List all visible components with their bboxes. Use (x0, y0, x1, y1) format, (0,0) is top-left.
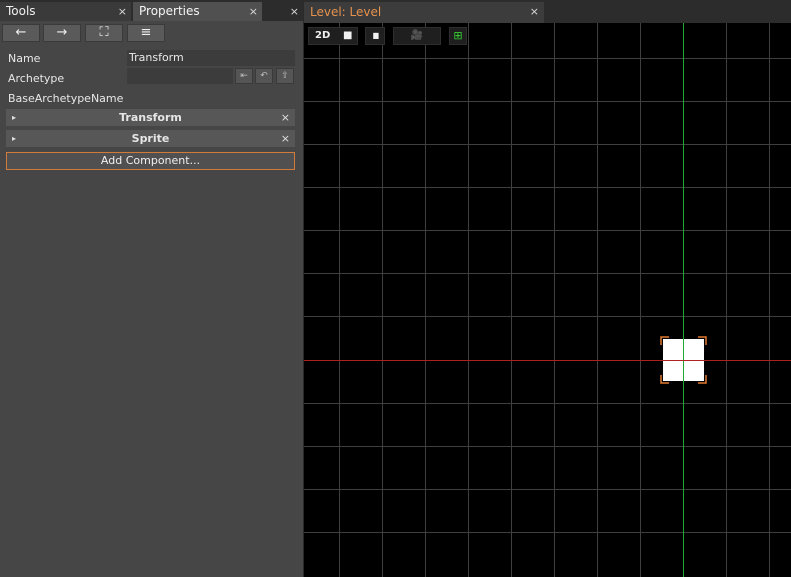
sprite-object[interactable] (660, 336, 707, 384)
tab-tools[interactable]: Tools × (0, 2, 131, 21)
expand-arrow-icon[interactable]: ▸ (12, 109, 16, 126)
tab-tools-label: Tools (6, 4, 36, 18)
archetype-upload-button[interactable]: ⇧ (276, 68, 294, 84)
select-object-button[interactable]: ⛶ (85, 24, 123, 42)
upload-icon: ⇧ (281, 71, 289, 81)
name-field[interactable]: Transform (127, 50, 295, 66)
revert-icon: ⇤ (240, 71, 248, 81)
archetype-label: Archetype (8, 72, 65, 85)
object-list-button[interactable]: ≡ (127, 24, 165, 42)
level-tab-bar: Level: Level × (304, 0, 791, 23)
level-panel: Level: Level × 2D ■ ▮▮ 🎥 ⊞ (304, 0, 791, 577)
grid-canvas[interactable] (304, 23, 791, 577)
arrow-left-icon: ← (15, 25, 27, 40)
arrow-right-icon: → (56, 25, 68, 40)
view-2d-toggle[interactable]: 2D ■ (308, 27, 358, 45)
split-view-button[interactable]: ▮▮ (365, 27, 385, 45)
select-frame-icon: ⛶ (99, 25, 109, 40)
archetype-revert-button[interactable]: ⇤ (235, 68, 253, 84)
square-icon: ■ (343, 30, 353, 41)
archetype-field[interactable] (127, 68, 233, 84)
undo-icon: ↶ (260, 71, 268, 81)
camera-button[interactable]: 🎥 (393, 27, 441, 45)
camera-icon: 🎥 (410, 30, 424, 41)
back-button[interactable]: ← (2, 24, 40, 42)
tab-level-label: Level: Level (310, 5, 382, 19)
mode-2d-label: 2D (315, 30, 331, 41)
grid-snap-toggle[interactable]: ⊞ (449, 27, 467, 45)
component-header-transform[interactable]: ▸ Transform × (6, 109, 295, 126)
tab-level[interactable]: Level: Level × (304, 2, 544, 23)
expand-arrow-icon[interactable]: ▸ (12, 130, 16, 147)
tab-empty[interactable]: × (264, 2, 303, 21)
close-icon[interactable]: × (290, 2, 299, 21)
close-icon[interactable]: × (249, 2, 258, 21)
close-icon[interactable]: × (530, 2, 539, 22)
forward-button[interactable]: → (43, 24, 81, 42)
component-label: Sprite (131, 132, 170, 145)
component-header-sprite[interactable]: ▸ Sprite × (6, 130, 295, 147)
grid-icon: ⊞ (453, 29, 463, 42)
close-icon[interactable]: × (118, 2, 127, 21)
add-component-button[interactable]: Add Component... (6, 152, 295, 170)
archetype-undo-button[interactable]: ↶ (255, 68, 273, 84)
properties-panel: Tools × Properties × × ← → ⛶ ≡ Name Tran… (0, 0, 303, 577)
grid-lines (304, 23, 791, 577)
component-label: Transform (119, 111, 182, 124)
tab-properties[interactable]: Properties × (133, 2, 262, 21)
split-view-icon: ▮▮ (372, 31, 380, 40)
list-icon: ≡ (140, 25, 152, 40)
close-icon[interactable]: × (281, 130, 290, 147)
name-label: Name (8, 52, 41, 65)
base-archetype-label: BaseArchetypeName (8, 92, 124, 105)
close-icon[interactable]: × (281, 109, 290, 126)
left-tab-bar: Tools × Properties × × (0, 0, 303, 21)
level-viewport[interactable]: 2D ■ ▮▮ 🎥 ⊞ (304, 23, 791, 577)
tab-properties-label: Properties (139, 4, 200, 18)
